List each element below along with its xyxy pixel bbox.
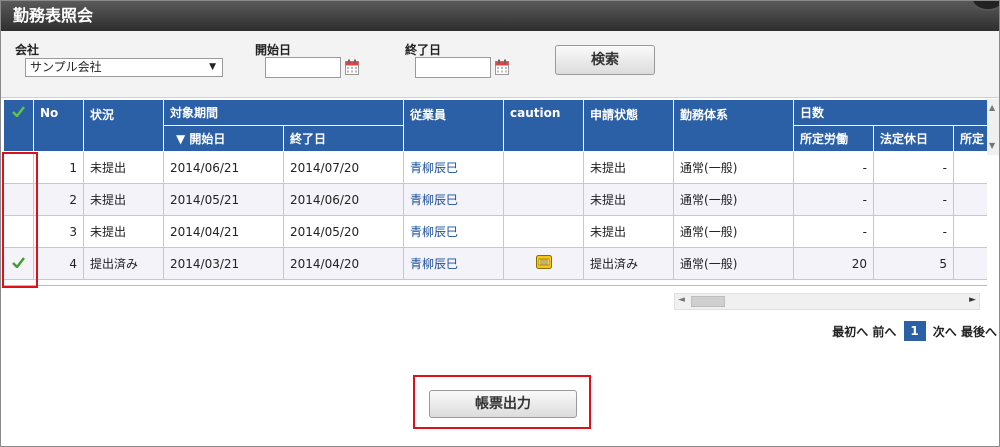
col-header-work-system[interactable]: 勤務体系 xyxy=(673,99,795,152)
row-application-status: 提出済み xyxy=(583,247,675,280)
print-report-button[interactable]: 帳票出力 xyxy=(429,390,577,418)
horizontal-scroll-thumb[interactable] xyxy=(691,296,725,307)
row-caution xyxy=(503,215,585,248)
table-row[interactable]: 3 未提出 2014/04/21 2014/05/20 青柳辰巳 未提出 通常(… xyxy=(3,215,987,248)
end-date-calendar-icon[interactable] xyxy=(495,59,509,75)
scroll-left-icon[interactable]: ◄ xyxy=(678,295,685,305)
row-status: 提出済み xyxy=(83,247,164,280)
row-start-date: 2014/05/21 xyxy=(163,183,284,216)
row-employee-link[interactable]: 青柳辰巳 xyxy=(403,215,505,248)
search-panel: 会社 サンプル会社 ▼ 開始日 終了日 検索 xyxy=(1,31,999,98)
table-row[interactable]: 2 未提出 2014/05/21 2014/06/20 青柳辰巳 未提出 通常(… xyxy=(3,183,987,216)
col-header-days: 日数 xyxy=(793,99,987,126)
col-header-start-date[interactable]: ▼ 開始日 xyxy=(163,125,284,152)
end-date-label: 終了日 xyxy=(405,43,442,57)
row-status: 未提出 xyxy=(83,215,164,248)
col-header-end-date[interactable]: 終了日 xyxy=(282,125,405,152)
row-start-date: 2014/04/21 xyxy=(163,215,284,248)
row-work-system: 通常(一般) xyxy=(673,183,795,216)
pagination: 最初へ 前へ 1 次へ 最後へ xyxy=(832,321,997,341)
row-status: 未提出 xyxy=(83,183,164,216)
start-date-input[interactable] xyxy=(265,57,341,78)
scroll-up-icon[interactable]: ▲ xyxy=(989,103,995,112)
company-select-value: サンプル会社 xyxy=(30,60,102,74)
start-date-calendar-icon[interactable] xyxy=(345,59,359,75)
row-legal-holiday: - xyxy=(873,183,955,216)
col-header-legal-holiday[interactable]: 法定休日 xyxy=(873,125,955,152)
row-end-date: 2014/05/20 xyxy=(282,215,405,248)
row-caution[interactable] xyxy=(503,247,585,280)
attendance-inquiry-window: 勤務表照会 会社 サンプル会社 ▼ 開始日 終了日 検索 No 状況 対象期間 … xyxy=(0,0,1000,447)
vertical-scrollbar[interactable]: ▲ ▼ xyxy=(987,99,999,155)
row-scheduled-work: - xyxy=(793,151,875,184)
company-label: 会社 xyxy=(15,43,40,57)
row-work-system: 通常(一般) xyxy=(673,215,795,248)
row-legal-holiday: - xyxy=(873,215,955,248)
row-work-system: 通常(一般) xyxy=(673,151,795,184)
checkbox-column-highlight xyxy=(2,152,38,288)
scroll-down-icon[interactable]: ▼ xyxy=(989,141,995,150)
check-all-icon xyxy=(12,106,25,118)
row-start-date: 2014/06/21 xyxy=(163,151,284,184)
row-employee-link[interactable]: 青柳辰巳 xyxy=(403,247,505,280)
col-header-scheduled-holiday[interactable]: 所定 xyxy=(953,125,987,152)
row-no: 1 xyxy=(33,151,84,184)
results-grid: No 状況 対象期間 従業員 caution 申請状態 勤務体系 日数 ▼ 開始… xyxy=(3,99,987,286)
row-scheduled-holiday xyxy=(953,151,987,184)
col-header-no[interactable]: No xyxy=(33,99,84,152)
end-date-input[interactable] xyxy=(415,57,491,78)
col-header-scheduled-work[interactable]: 所定労働 xyxy=(793,125,875,152)
table-row[interactable]: 4 提出済み 2014/03/21 2014/04/20 青柳辰巳 提出済み 通… xyxy=(3,247,987,280)
scroll-right-icon[interactable]: ► xyxy=(969,295,976,305)
pager-last[interactable]: 最後へ xyxy=(961,323,997,340)
col-header-period: 対象期間 xyxy=(162,99,405,126)
search-button[interactable]: 検索 xyxy=(555,45,655,75)
row-application-status: 未提出 xyxy=(583,151,675,184)
row-scheduled-holiday xyxy=(953,183,987,216)
pager-next[interactable]: 次へ xyxy=(933,323,957,340)
window-title: 勤務表照会 xyxy=(13,6,94,25)
row-employee-link[interactable]: 青柳辰巳 xyxy=(403,183,505,216)
row-caution xyxy=(503,183,585,216)
start-date-label: 開始日 xyxy=(255,43,292,57)
row-scheduled-work: - xyxy=(793,183,875,216)
row-end-date: 2014/04/20 xyxy=(282,247,405,280)
pager-first[interactable]: 最初へ xyxy=(832,323,868,340)
col-header-application-status[interactable]: 申請状態 xyxy=(583,99,675,152)
row-employee-link[interactable]: 青柳辰巳 xyxy=(403,151,505,184)
corner-knob xyxy=(971,1,999,11)
dropdown-arrow-icon: ▼ xyxy=(209,62,216,72)
row-legal-holiday: - xyxy=(873,151,955,184)
col-header-employee[interactable]: 従業員 xyxy=(403,99,505,152)
row-scheduled-holiday xyxy=(953,215,987,248)
horizontal-scrollbar[interactable]: ◄ ► xyxy=(674,293,980,310)
company-select[interactable]: サンプル会社 ▼ xyxy=(25,58,223,77)
row-legal-holiday: 5 xyxy=(873,247,955,280)
col-header-status[interactable]: 状況 xyxy=(83,99,164,152)
select-all-header[interactable] xyxy=(3,99,34,152)
row-caution xyxy=(503,151,585,184)
row-application-status: 未提出 xyxy=(583,215,675,248)
row-application-status: 未提出 xyxy=(583,183,675,216)
results-table: No 状況 対象期間 従業員 caution 申請状態 勤務体系 日数 ▼ 開始… xyxy=(3,99,987,280)
caution-icon[interactable] xyxy=(535,255,552,269)
row-end-date: 2014/06/20 xyxy=(282,183,405,216)
row-work-system: 通常(一般) xyxy=(673,247,795,280)
pager-current-page[interactable]: 1 xyxy=(903,321,926,341)
row-scheduled-work: - xyxy=(793,215,875,248)
row-status: 未提出 xyxy=(83,151,164,184)
row-no: 4 xyxy=(33,247,84,280)
col-header-caution[interactable]: caution xyxy=(503,99,585,152)
row-no: 2 xyxy=(33,183,84,216)
row-start-date: 2014/03/21 xyxy=(163,247,284,280)
row-end-date: 2014/07/20 xyxy=(282,151,405,184)
title-bar: 勤務表照会 xyxy=(1,1,999,31)
row-scheduled-work: 20 xyxy=(793,247,875,280)
pager-prev[interactable]: 前へ xyxy=(872,323,896,340)
row-scheduled-holiday xyxy=(953,247,987,280)
row-no: 3 xyxy=(33,215,84,248)
table-row[interactable]: 1 未提出 2014/06/21 2014/07/20 青柳辰巳 未提出 通常(… xyxy=(3,151,987,184)
